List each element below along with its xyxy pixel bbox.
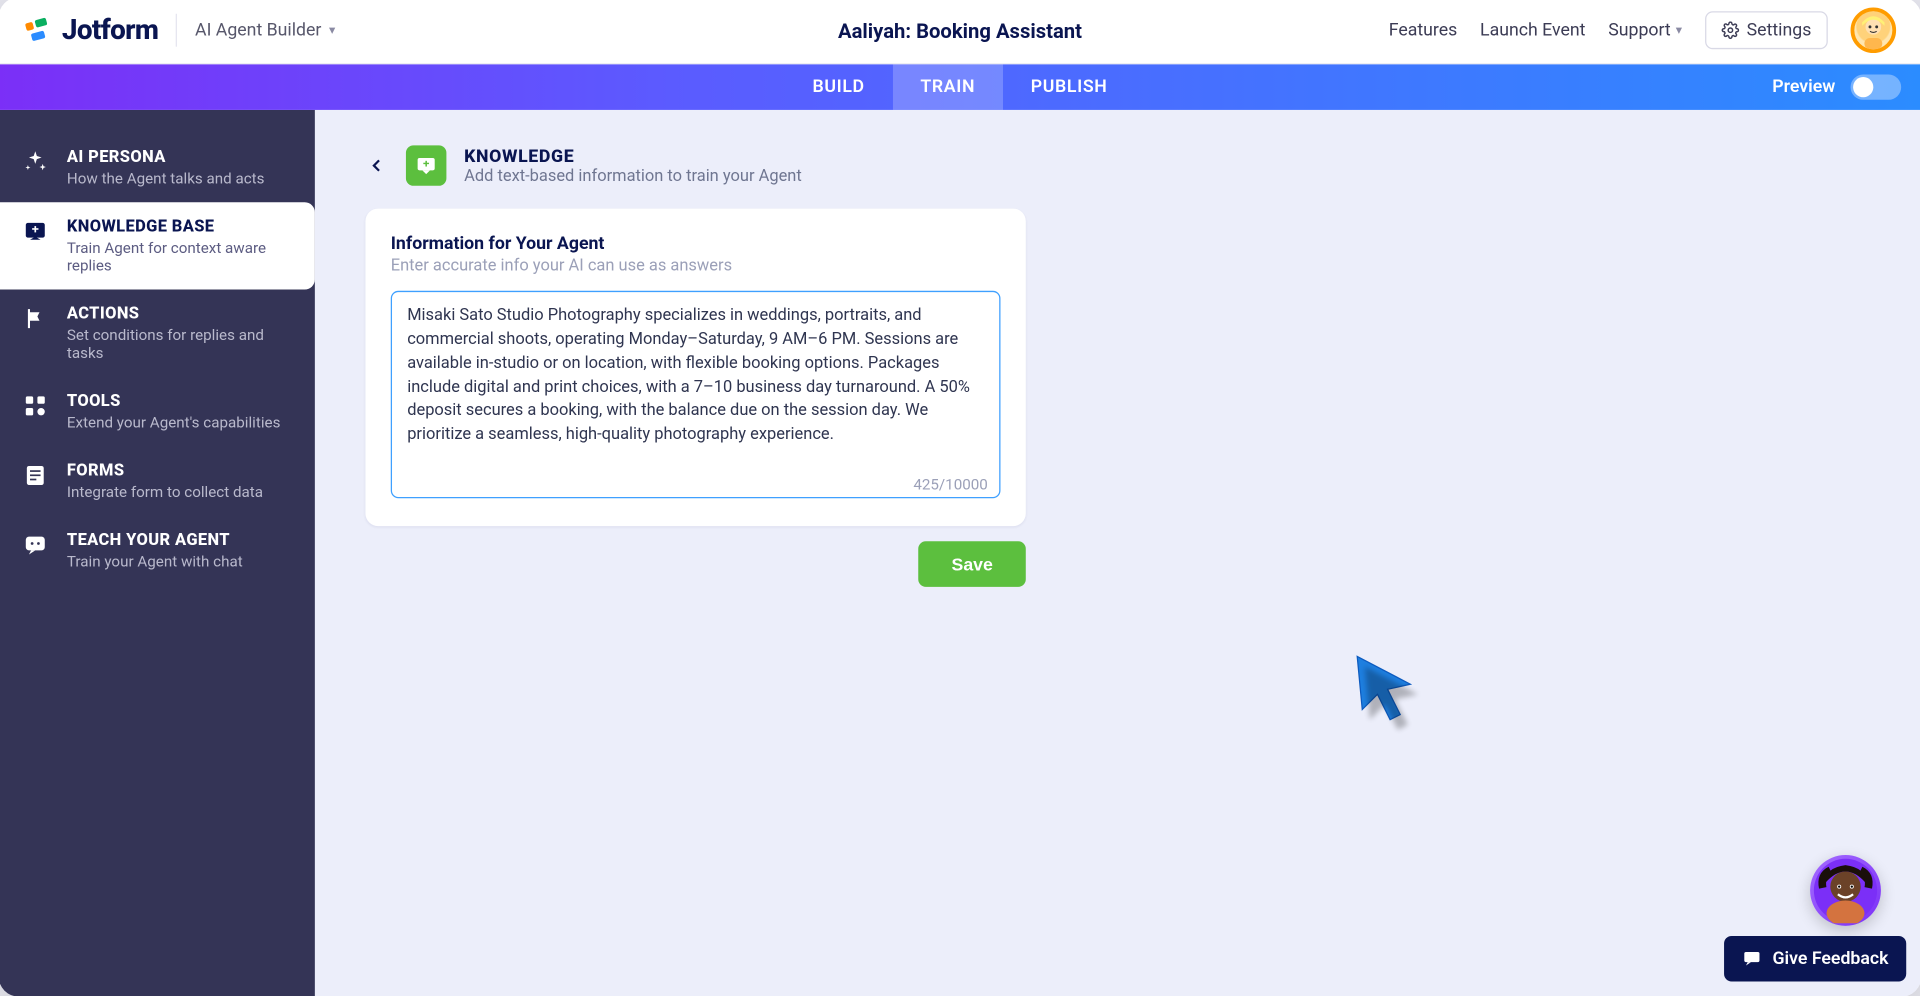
main-content: KNOWLEDGE Add text-based information to … [315, 109, 1920, 996]
agent-face-icon [1813, 857, 1879, 923]
agent-avatar[interactable] [1810, 854, 1881, 925]
section-subtitle: Add text-based information to train your… [464, 166, 802, 185]
preview-label: Preview [1772, 77, 1835, 97]
jotform-logo-icon [24, 15, 54, 45]
chevron-down-icon: ▾ [329, 23, 335, 37]
divider [176, 13, 177, 46]
chevron-down-icon: ▾ [1676, 23, 1682, 37]
knowledge-textarea[interactable] [391, 290, 1001, 497]
tab-build[interactable]: BUILD [785, 64, 893, 110]
sidebar-item-ai-persona[interactable]: AI PERSONA How the Agent talks and acts [0, 132, 315, 202]
chat-icon [1742, 948, 1762, 968]
back-button[interactable] [365, 154, 388, 177]
sidebar: AI PERSONA How the Agent talks and acts … [0, 109, 315, 996]
logo-text: Jotform [62, 14, 158, 46]
card-subtitle: Enter accurate info your AI can use as a… [391, 256, 1001, 275]
cursor-pointer-icon [1352, 651, 1420, 729]
chat-teach-icon [21, 531, 49, 559]
knowledge-card: Information for Your Agent Enter accurat… [365, 208, 1025, 526]
knowledge-header-icon [406, 145, 446, 185]
tabs-bar: BUILD TRAIN PUBLISH Preview [0, 64, 1920, 110]
apps-icon [21, 392, 49, 420]
topbar-right: Features Launch Event Support ▾ Settings [1389, 7, 1896, 53]
card-title: Information for Your Agent [391, 233, 1001, 253]
sidebar-item-knowledge-base[interactable]: KNOWLEDGE BASE Train Agent for context a… [0, 202, 315, 289]
tab-train[interactable]: TRAIN [893, 64, 1003, 110]
sidebar-item-teach-agent[interactable]: TEACH YOUR AGENT Train your Agent with c… [0, 515, 315, 585]
form-icon [21, 461, 49, 489]
top-bar: Jotform AI Agent Builder ▾ Aaliyah: Book… [0, 0, 1920, 64]
nav-launch-event[interactable]: Launch Event [1480, 20, 1585, 40]
section-title: KNOWLEDGE [464, 145, 802, 165]
sparkle-icon [21, 147, 49, 175]
page-title: Aaliyah: Booking Assistant [838, 18, 1082, 42]
nav-features[interactable]: Features [1389, 20, 1458, 40]
gear-icon [1721, 21, 1739, 39]
tab-publish[interactable]: PUBLISH [1003, 64, 1135, 110]
settings-button[interactable]: Settings [1705, 11, 1828, 49]
product-switcher[interactable]: AI Agent Builder ▾ [195, 20, 335, 40]
knowledge-icon [21, 217, 49, 245]
sidebar-item-actions[interactable]: ACTIONS Set conditions for replies and t… [0, 289, 315, 376]
nav-support[interactable]: Support ▾ [1608, 20, 1682, 40]
flag-icon [21, 304, 49, 332]
user-avatar[interactable] [1851, 7, 1897, 53]
give-feedback-button[interactable]: Give Feedback [1724, 935, 1906, 981]
app-window: Jotform AI Agent Builder ▾ Aaliyah: Book… [0, 0, 1920, 996]
sidebar-item-tools[interactable]: TOOLS Extend your Agent's capabilities [0, 376, 315, 446]
logo[interactable]: Jotform [24, 14, 158, 46]
sidebar-item-forms[interactable]: FORMS Integrate form to collect data [0, 446, 315, 516]
avatar-face-icon [1854, 8, 1892, 51]
toggle-knob [1853, 77, 1873, 97]
chevron-left-icon [368, 156, 386, 174]
preview-toggle[interactable] [1851, 74, 1902, 99]
product-label: AI Agent Builder [195, 20, 321, 40]
save-button[interactable]: Save [919, 541, 1026, 587]
